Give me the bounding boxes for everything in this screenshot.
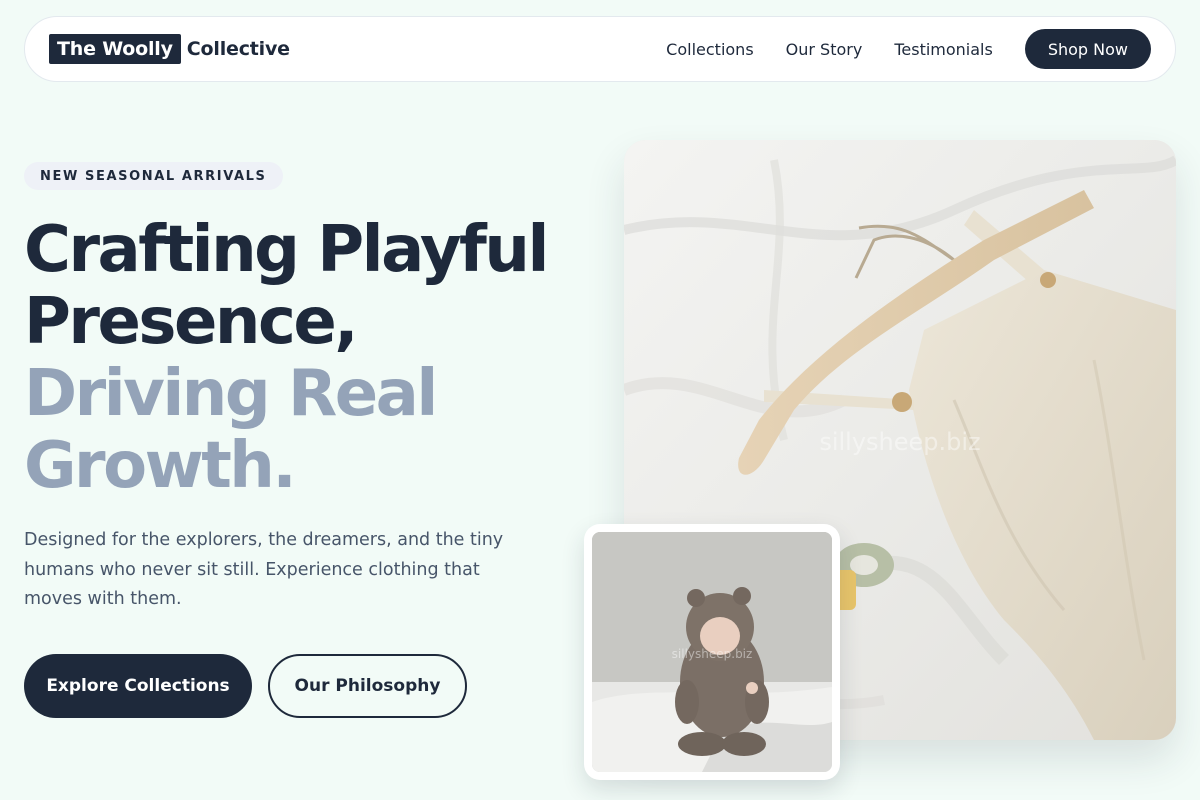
nav-links: Collections Our Story Testimonials Shop … — [666, 29, 1151, 69]
our-philosophy-button[interactable]: Our Philosophy — [268, 654, 467, 718]
landing-page: The Woolly Collective Collections Our St… — [0, 0, 1200, 800]
main-image-watermark: sillysheep.biz — [819, 428, 980, 456]
baby-thumbnail-card: sillysheep.biz — [584, 524, 840, 780]
nav-link-collections[interactable]: Collections — [666, 40, 753, 59]
baby-thumbnail-image: sillysheep.biz — [592, 532, 832, 772]
headline-line-4: Growth. — [24, 429, 297, 503]
brand-logo[interactable]: The Woolly Collective — [49, 34, 290, 64]
nav-link-testimonials[interactable]: Testimonials — [894, 40, 993, 59]
headline-line-2: Presence, — [24, 285, 359, 359]
shop-now-button[interactable]: Shop Now — [1024, 29, 1151, 69]
seasonal-badge: NEW SEASONAL ARRIVALS — [24, 162, 283, 190]
baby-in-bear-suit-photo: sillysheep.biz — [592, 532, 832, 772]
explore-collections-button[interactable]: Explore Collections — [24, 654, 252, 718]
hero-description: Designed for the explorers, the dreamers… — [24, 530, 504, 609]
top-navigation: The Woolly Collective Collections Our St… — [24, 16, 1176, 82]
brand-name: Collective — [186, 38, 290, 60]
headline-line-1: Crafting Playful — [24, 213, 549, 287]
brand-highlight: The Woolly — [49, 34, 181, 64]
thumb-image-watermark: sillysheep.biz — [672, 647, 753, 661]
nav-link-our-story[interactable]: Our Story — [786, 40, 863, 59]
headline-line-3: Driving Real — [24, 357, 438, 431]
hero-headline: Crafting Playful Presence, Driving Real … — [24, 214, 604, 502]
